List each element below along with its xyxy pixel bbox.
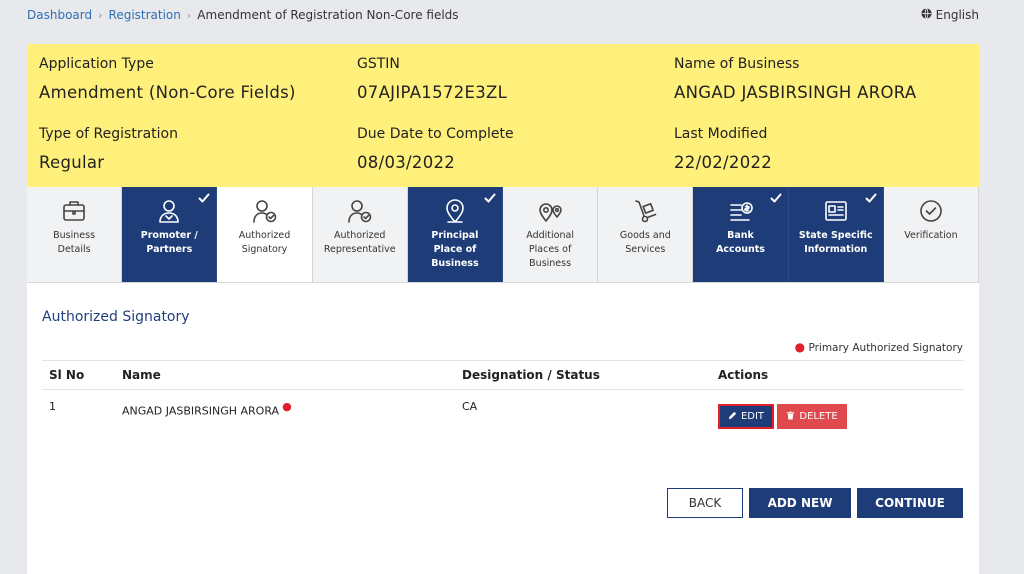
person-badge-icon: [251, 197, 279, 225]
location-pin-icon: [441, 197, 469, 225]
step-tab-label: Additional Places of Business: [526, 230, 574, 269]
legend-label: Primary Authorized Signatory: [808, 342, 963, 354]
authorized-signatory-panel: Authorized Signatory ● Primary Authorize…: [27, 283, 979, 574]
delete-label: DELETE: [799, 411, 838, 422]
edit-label: EDIT: [740, 411, 765, 422]
step-tab-7[interactable]: Goods and Services: [598, 187, 694, 282]
globe-icon: [921, 8, 932, 22]
step-tab-9[interactable]: State Specific Information: [788, 187, 884, 282]
check-circle-icon: [917, 197, 945, 225]
gstin-value: 07AJIPA1572E3ZL: [357, 83, 508, 102]
due-date-label: Due Date to Complete: [357, 126, 514, 142]
briefcase-icon: [60, 197, 88, 225]
step-tab-2[interactable]: Promoter / Partners: [122, 187, 218, 282]
header-sl-no: Sl No: [49, 368, 85, 382]
step-tab-6[interactable]: Additional Places of Business: [503, 187, 599, 282]
header-actions: Actions: [718, 368, 769, 382]
location-pins-icon: [536, 197, 564, 225]
back-button[interactable]: BACK: [667, 488, 743, 518]
step-tab-label: Authorized Representative: [323, 230, 396, 255]
cell-sl-no: 1: [49, 400, 56, 413]
breadcrumb-separator: ›: [98, 8, 103, 22]
step-tab-4[interactable]: Authorized Representative: [312, 187, 408, 282]
required-dot-icon: ●: [794, 340, 806, 354]
table-row: 1 ANGAD JASBIRSINGH ARORA ● CA EDIT DELET…: [42, 390, 964, 429]
step-tab-1[interactable]: Business Details: [27, 187, 123, 282]
registration-type-value: Regular: [39, 153, 105, 172]
step-tab-label: Bank Accounts: [716, 230, 765, 255]
step-tab-label: Authorized Signatory: [238, 230, 291, 255]
breadcrumb-registration-link[interactable]: Registration: [109, 8, 181, 22]
step-tab-10[interactable]: Verification: [883, 187, 980, 282]
hand-truck-icon: [631, 197, 659, 225]
language-label: English: [935, 8, 979, 22]
primary-dot-icon: ●: [282, 400, 292, 413]
step-tab-3[interactable]: Authorized Signatory: [217, 187, 313, 282]
primary-signatory-legend: ● Primary Authorized Signatory: [795, 340, 963, 354]
signatory-table: Sl No Name Designation / Status Actions …: [42, 360, 964, 429]
checkmark-icon: [770, 192, 782, 204]
breadcrumb-dashboard-link[interactable]: Dashboard: [27, 8, 92, 22]
step-tab-label: State Specific Information: [798, 230, 873, 255]
bank-icon: [727, 197, 755, 225]
cell-designation: CA: [462, 400, 478, 413]
last-modified-value: 22/02/2022: [674, 153, 773, 172]
checkmark-icon: [198, 192, 210, 204]
cell-name: ANGAD JASBIRSINGH ARORA ●: [122, 400, 462, 418]
gstin-label: GSTIN: [357, 56, 400, 72]
breadcrumb-separator: ›: [186, 8, 192, 22]
application-type-value: Amendment (Non-Core Fields): [39, 83, 296, 102]
step-tab-8[interactable]: Bank Accounts: [693, 187, 789, 282]
cell-actions: EDIT DELETE: [718, 400, 964, 429]
step-tab-label: Goods and Services: [619, 230, 671, 255]
application-type-label: Application Type: [39, 56, 154, 72]
person-badge-icon: [346, 197, 374, 225]
form-actions: BACK ADD NEW CONTINUE: [667, 488, 963, 518]
edit-button[interactable]: EDIT: [718, 404, 774, 429]
checkmark-icon: [865, 192, 877, 204]
id-card-icon: [822, 197, 850, 225]
step-tab-label: Verification: [904, 230, 958, 241]
step-tab-label: Promoter / Partners: [140, 230, 198, 255]
checkmark-icon: [484, 192, 496, 204]
signatory-name: ANGAD JASBIRSINGH ARORA: [122, 404, 280, 418]
pencil-icon: [728, 411, 737, 423]
breadcrumb: Dashboard › Registration › Amendment of …: [27, 8, 459, 22]
last-modified-label: Last Modified: [674, 126, 768, 142]
language-selector[interactable]: English: [921, 8, 979, 22]
business-name-label: Name of Business: [674, 56, 800, 72]
add-new-button[interactable]: ADD NEW: [749, 488, 851, 518]
section-title: Authorized Signatory: [42, 309, 190, 325]
application-summary-banner: Application Type Amendment (Non-Core Fie…: [27, 44, 979, 187]
header-name: Name: [122, 368, 161, 382]
delete-button[interactable]: DELETE: [777, 404, 847, 429]
trash-icon: [786, 410, 795, 423]
step-tab-5[interactable]: Principal Place of Business: [407, 187, 504, 282]
business-name-value: ANGAD JASBIRSINGH ARORA: [674, 83, 917, 102]
step-tab-label: Business Details: [53, 230, 96, 255]
breadcrumb-current: Amendment of Registration Non-Core field…: [197, 8, 459, 22]
registration-type-label: Type of Registration: [39, 126, 178, 142]
continue-button[interactable]: CONTINUE: [857, 488, 963, 518]
due-date-value: 08/03/2022: [357, 153, 456, 172]
table-header: Sl No Name Designation / Status Actions: [42, 360, 964, 390]
person-icon: [155, 197, 183, 225]
step-tab-label: Principal Place of Business: [431, 230, 479, 269]
header-designation: Designation / Status: [462, 368, 600, 382]
registration-steps: Business Details Promoter / Partners Authori…: [27, 187, 980, 283]
